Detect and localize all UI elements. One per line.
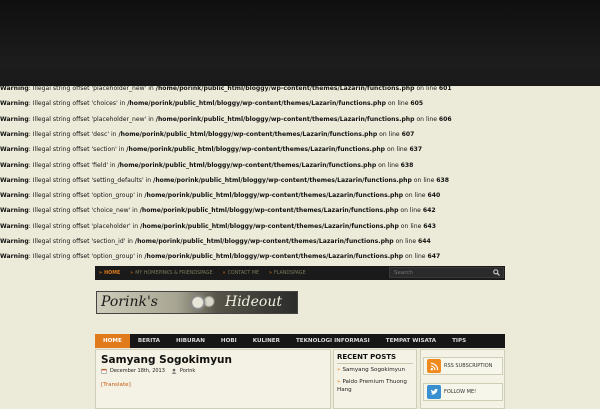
warning-line: Warning: Illegal string offset 'setting_… xyxy=(0,176,450,184)
topnav-item-flandspage[interactable]: » FLANDSPAGE xyxy=(269,271,306,276)
recent-post-item[interactable]: » Paldo Premium Thuong Hang xyxy=(337,378,415,394)
bullet-icon: » xyxy=(99,270,103,276)
post-title[interactable]: Samyang Sogokimyun xyxy=(101,354,232,366)
warning-line: Warning: Illegal string offset 'desc' in… xyxy=(0,130,415,138)
bullet-icon: » xyxy=(269,270,272,276)
menu-item-teknologi[interactable]: TEKNOLOGI INFORMASI xyxy=(288,334,378,348)
warning-line: Warning: Illegal string offset 'field' i… xyxy=(0,161,414,169)
follow-me-button[interactable]: FOLLOW ME! xyxy=(423,383,503,401)
bullet-icon: » xyxy=(222,270,226,276)
topnav-item-homepinks[interactable]: » MY HOMEPINKS & FRIENDSPAGE xyxy=(130,271,212,276)
menu-item-tempat-wisata[interactable]: TEMPAT WISATA xyxy=(378,334,444,348)
warning-line: Warning: Illegal string offset 'choice_n… xyxy=(0,207,436,215)
warning-line: Warning: Illegal string offset 'placehol… xyxy=(0,115,452,123)
search-input[interactable] xyxy=(390,268,494,277)
warning-line: Warning: Illegal string offset 'choices'… xyxy=(0,100,424,108)
rss-icon xyxy=(427,359,441,373)
topnav-item-contact[interactable]: » CONTACT ME xyxy=(223,271,259,276)
menu-item-kuliner[interactable]: KULINER xyxy=(245,334,288,348)
warning-line: Warning: Illegal string offset 'option_g… xyxy=(0,192,441,200)
warning-line: Warning: Illegal string offset 'section_… xyxy=(0,238,431,245)
logo-flower-image xyxy=(185,293,217,312)
recent-post-item[interactable]: » Samyang Sogokimyun xyxy=(337,366,415,374)
warning-line: Warning: Illegal string offset 'placehol… xyxy=(0,222,437,230)
recent-posts-title: RECENT POSTS xyxy=(337,353,397,361)
search-icon xyxy=(493,269,500,276)
rss-subscription-button[interactable]: RSS SUBSCRIPTION xyxy=(423,357,503,375)
logo-text-left: Porink's xyxy=(101,294,158,310)
menu-item-tips[interactable]: TIPS xyxy=(444,334,474,348)
topnav-item-home[interactable]: » HOME xyxy=(99,271,120,276)
translate-link[interactable]: [Translate] xyxy=(101,382,131,388)
post-meta: December 18th, 2013 Porink xyxy=(101,368,195,374)
bullet-icon: » xyxy=(130,270,134,276)
arrow-icon: » xyxy=(337,379,341,385)
menu-item-hiburan[interactable]: HIBURAN xyxy=(168,334,213,348)
logo-text-right: Hideout xyxy=(225,294,283,310)
site-logo[interactable]: Porink's Hideout xyxy=(96,291,298,314)
post-date: December 18th, 2013 xyxy=(110,368,165,374)
warning-line: Warning: Illegal string offset 'section'… xyxy=(0,146,423,154)
search-box xyxy=(389,267,504,278)
main-menu: HOME BERITA HIBURAN HOBI KULINER TEKNOLO… xyxy=(95,334,505,348)
twitter-bird-icon xyxy=(427,385,441,399)
search-button[interactable] xyxy=(491,268,502,277)
dark-header-band xyxy=(0,0,600,86)
divider xyxy=(337,363,413,364)
user-icon xyxy=(171,368,177,374)
arrow-icon: » xyxy=(337,367,341,373)
menu-item-home[interactable]: HOME xyxy=(95,334,130,348)
menu-item-berita[interactable]: BERITA xyxy=(130,334,168,348)
post-author[interactable]: Porink xyxy=(180,368,195,374)
warning-line: Warning: Illegal string offset 'placehol… xyxy=(0,85,452,92)
menu-item-hobi[interactable]: HOBI xyxy=(213,334,245,348)
warning-line: Warning: Illegal string offset 'option_g… xyxy=(0,253,441,261)
calendar-icon xyxy=(101,368,107,374)
